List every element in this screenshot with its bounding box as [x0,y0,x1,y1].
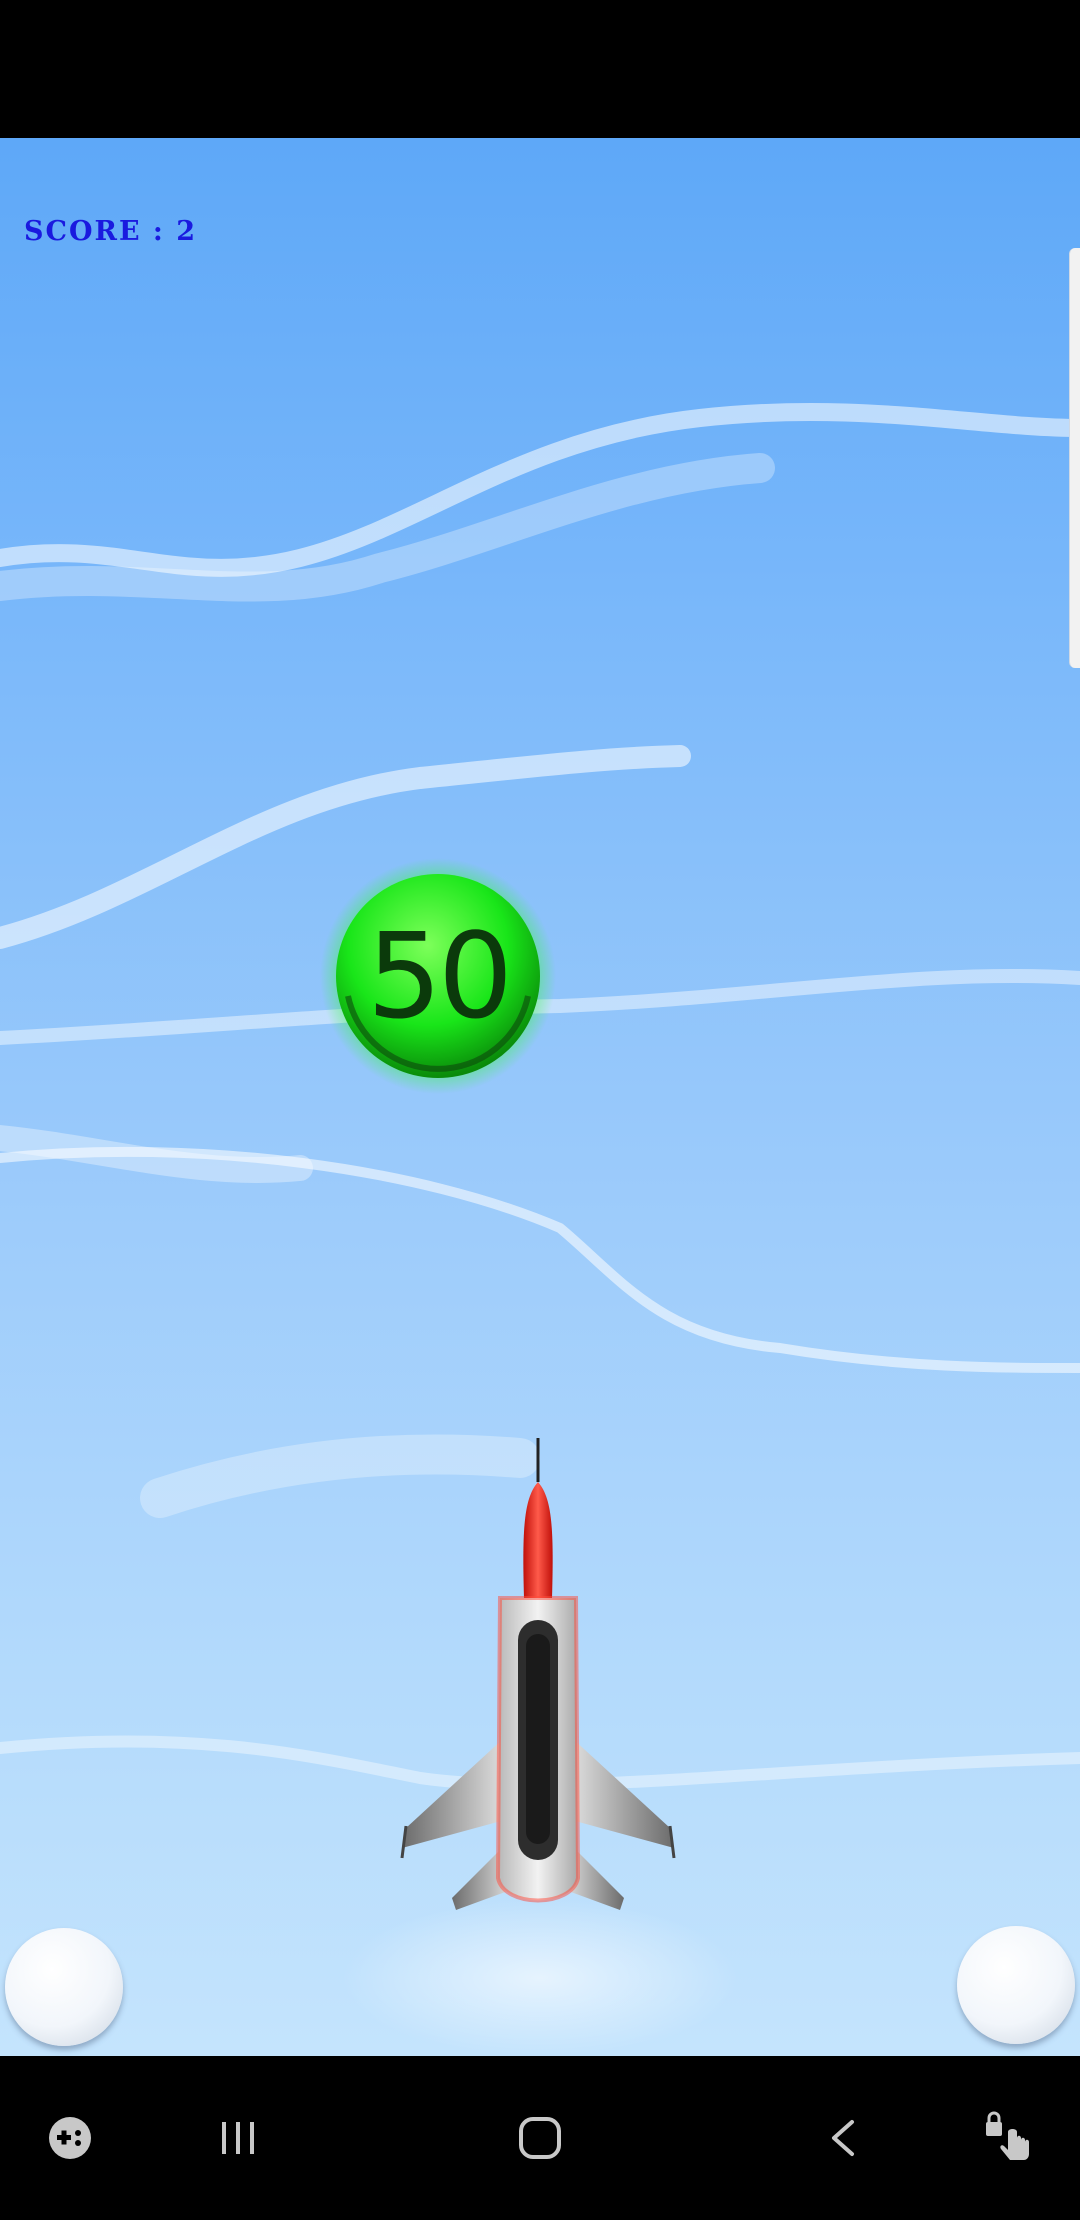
home-icon[interactable] [508,2106,572,2170]
game-canvas[interactable]: SCORE : 2 50 [0,138,1080,2056]
player-jet[interactable] [396,1438,686,1918]
side-panel-handle[interactable] [1069,248,1080,668]
score-label: SCORE : 2 [24,216,198,247]
game-tools-icon[interactable] [38,2106,102,2170]
recent-apps-icon[interactable] [206,2106,270,2170]
back-icon[interactable] [812,2106,876,2170]
status-bar [0,0,1080,138]
jet-exhaust [340,1898,740,2056]
fighter-jet-icon [400,1438,676,1910]
bonus-coin-value: 50 [366,907,513,1045]
left-control-button[interactable] [5,1928,123,2046]
right-control-button[interactable] [957,1926,1075,2044]
bonus-coin[interactable]: 50 [318,856,558,1096]
touch-lock-icon[interactable] [976,2106,1040,2170]
system-nav-bar [0,2056,1080,2220]
